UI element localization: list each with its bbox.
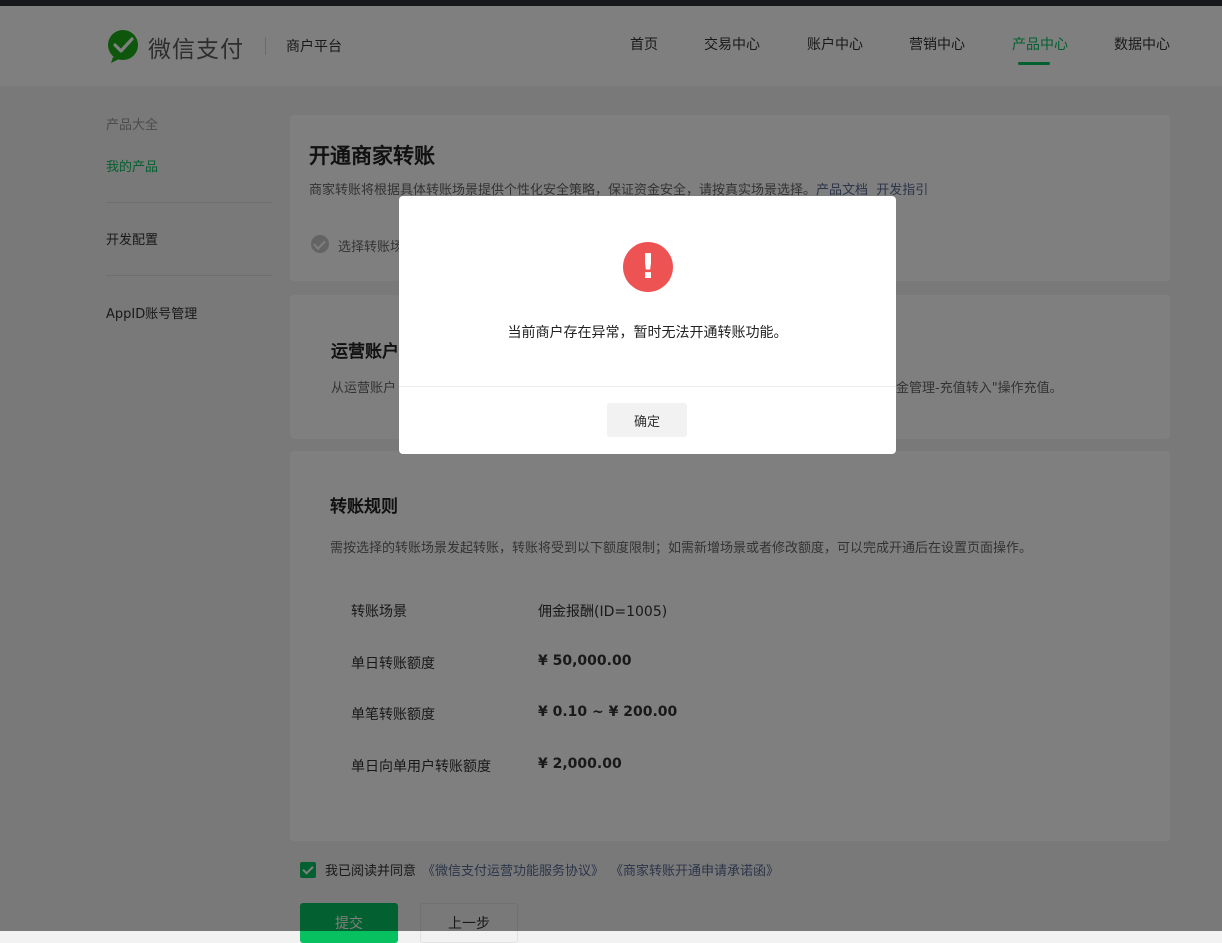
error-dialog: ! 当前商户存在异常，暂时无法开通转账功能。 确定 xyxy=(399,196,896,454)
confirm-button[interactable]: 确定 xyxy=(607,403,687,437)
modal-overlay[interactable] xyxy=(0,0,1222,931)
dialog-divider xyxy=(399,386,896,387)
dialog-message: 当前商户存在异常，暂时无法开通转账功能。 xyxy=(507,325,788,341)
error-alert-icon: ! xyxy=(623,242,673,292)
